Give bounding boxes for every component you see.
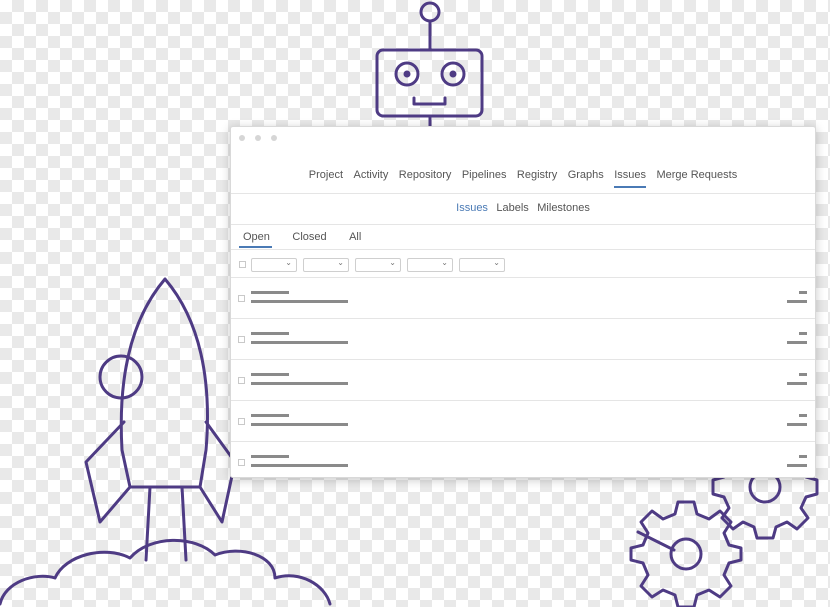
issue-row[interactable] (231, 319, 815, 360)
title-bar (231, 127, 815, 149)
issue-title-placeholder (251, 455, 289, 458)
filter-dropdown[interactable]: ⌄ (407, 258, 453, 272)
issue-count-placeholder (799, 414, 807, 417)
issue-meta-placeholder (251, 341, 348, 344)
nav-graphs[interactable]: Graphs (568, 163, 604, 186)
issue-row[interactable] (231, 401, 815, 442)
issue-title-placeholder (251, 414, 289, 417)
divider (231, 249, 815, 250)
nav-project[interactable]: Project (309, 163, 343, 186)
top-nav: Project Activity Repository Pipelines Re… (231, 163, 815, 194)
issue-checkbox[interactable] (238, 418, 245, 425)
sub-nav: Issues Labels Milestones (231, 194, 815, 225)
window-dot-icon (239, 135, 245, 141)
issue-checkbox[interactable] (238, 377, 245, 384)
window-dot-icon (255, 135, 261, 141)
nav-repository[interactable]: Repository (399, 163, 452, 186)
tab-open[interactable]: Open (239, 227, 272, 248)
subnav-issues[interactable]: Issues (456, 202, 488, 214)
nav-issues[interactable]: Issues (614, 163, 647, 188)
issue-title-placeholder (251, 373, 289, 376)
issue-row[interactable] (231, 360, 815, 401)
issue-row[interactable] (231, 442, 815, 482)
issue-checkbox[interactable] (238, 295, 245, 302)
tab-all[interactable]: All (345, 227, 363, 246)
issue-meta-placeholder (251, 464, 348, 467)
issue-date-placeholder (787, 423, 807, 426)
issue-count-placeholder (799, 332, 807, 335)
subnav-milestones[interactable]: Milestones (537, 202, 590, 214)
issue-count-placeholder (799, 373, 807, 376)
chevron-down-icon: ⌄ (441, 258, 448, 267)
nav-registry[interactable]: Registry (517, 163, 557, 186)
nav-activity[interactable]: Activity (353, 163, 388, 186)
issue-meta-placeholder (251, 423, 348, 426)
issue-title-placeholder (251, 332, 289, 335)
issue-date-placeholder (787, 300, 807, 303)
nav-merge-requests[interactable]: Merge Requests (656, 163, 737, 186)
issue-date-placeholder (787, 341, 807, 344)
subnav-labels[interactable]: Labels (496, 202, 528, 214)
issue-date-placeholder (787, 464, 807, 467)
issue-checkbox[interactable] (238, 336, 245, 343)
select-all-checkbox[interactable] (239, 261, 246, 268)
app-window: Project Activity Repository Pipelines Re… (230, 126, 816, 478)
issue-state-tabs: Open Closed All (239, 227, 375, 249)
chevron-down-icon: ⌄ (285, 258, 292, 267)
issue-count-placeholder (799, 291, 807, 294)
filter-dropdown[interactable]: ⌄ (303, 258, 349, 272)
issue-meta-placeholder (251, 382, 348, 385)
issue-date-placeholder (787, 382, 807, 385)
chevron-down-icon: ⌄ (337, 258, 344, 267)
filter-dropdown[interactable]: ⌄ (459, 258, 505, 272)
filter-dropdown[interactable]: ⌄ (251, 258, 297, 272)
issue-count-placeholder (799, 455, 807, 458)
chevron-down-icon: ⌄ (493, 258, 500, 267)
window-dot-icon (271, 135, 277, 141)
issue-checkbox[interactable] (238, 459, 245, 466)
filter-dropdown[interactable]: ⌄ (355, 258, 401, 272)
issue-row[interactable] (231, 278, 815, 319)
nav-pipelines[interactable]: Pipelines (462, 163, 507, 186)
tab-closed[interactable]: Closed (288, 227, 328, 246)
chevron-down-icon: ⌄ (389, 258, 396, 267)
gear-icon (629, 500, 743, 607)
issue-meta-placeholder (251, 300, 348, 303)
issue-title-placeholder (251, 291, 289, 294)
